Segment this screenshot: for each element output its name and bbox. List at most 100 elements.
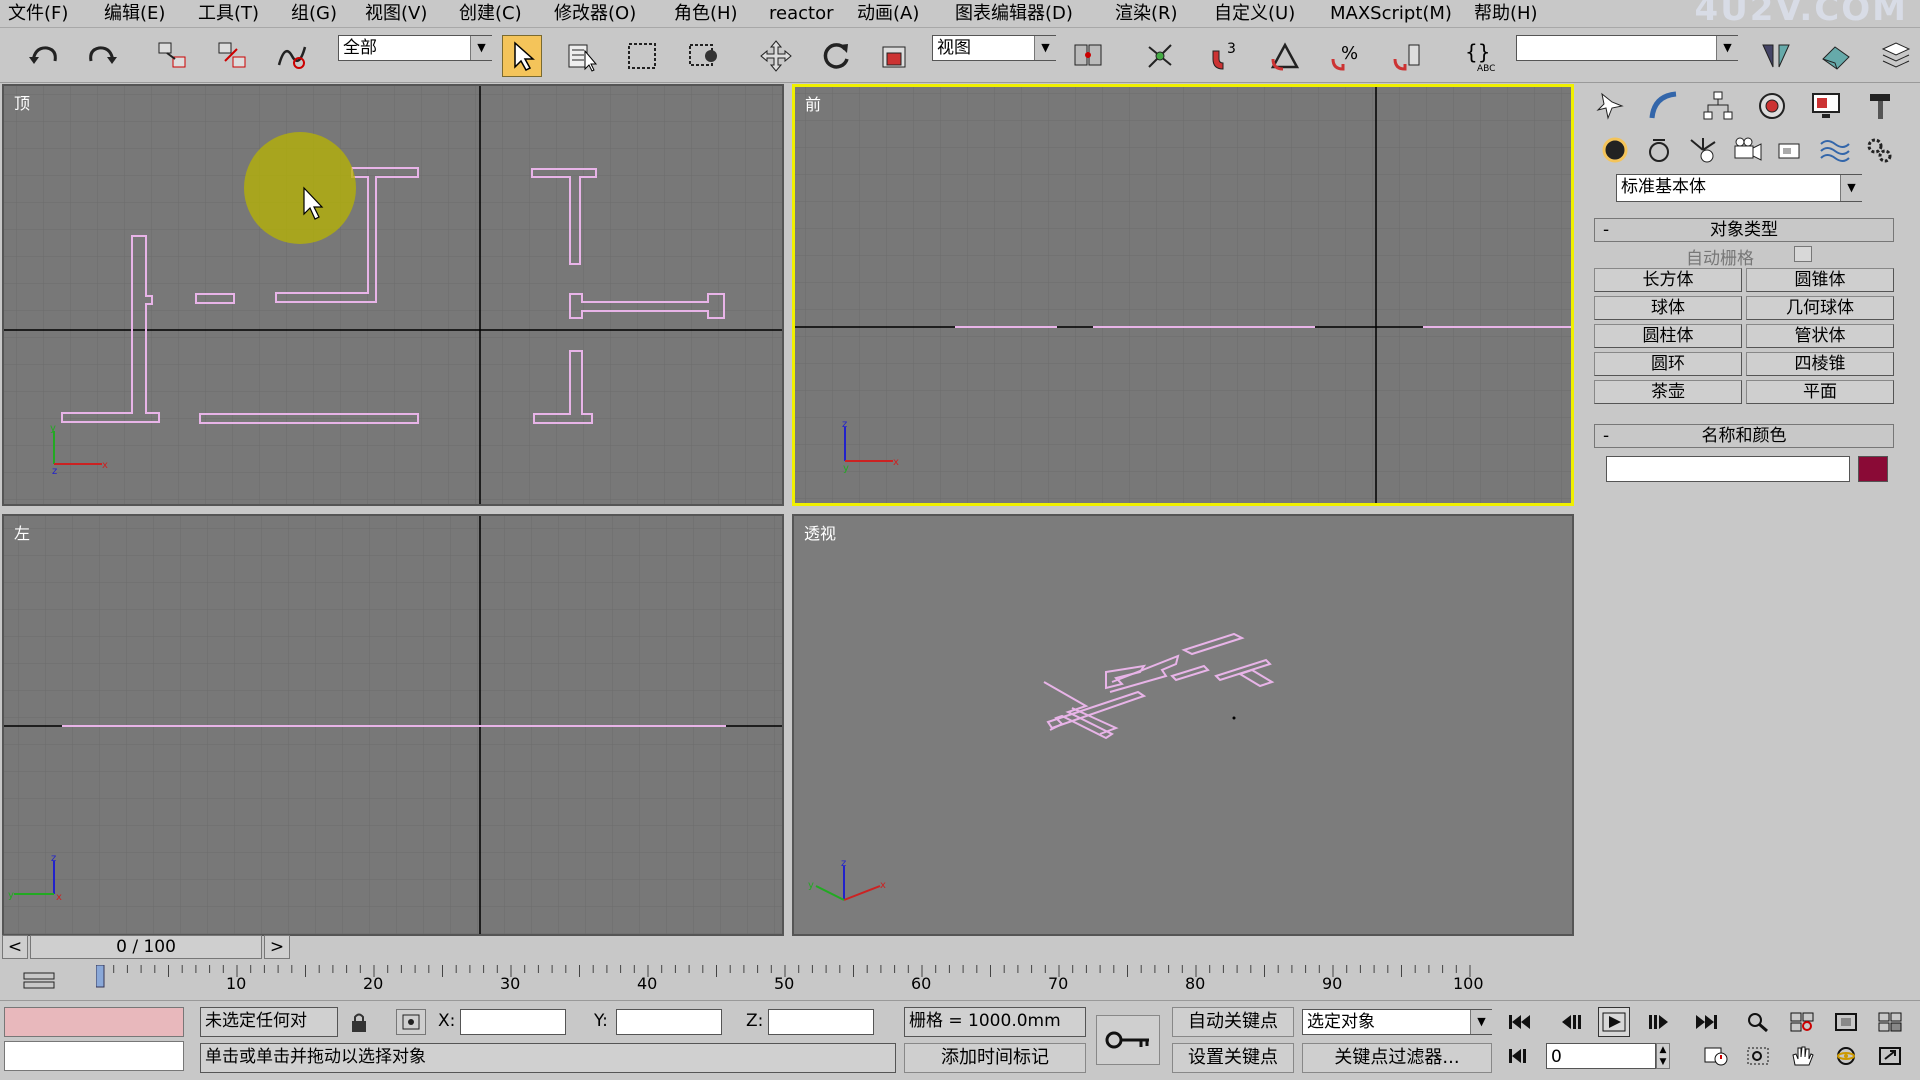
menu-help[interactable]: 帮助(H) xyxy=(1474,2,1538,26)
select-object-button[interactable] xyxy=(502,35,542,77)
menu-modifiers[interactable]: 修改器(O) xyxy=(554,2,636,26)
zoom-extents-button[interactable] xyxy=(1830,1007,1862,1037)
absolute-mode-toggle[interactable] xyxy=(396,1009,426,1035)
menu-rendering[interactable]: 渲染(R) xyxy=(1115,2,1178,26)
select-and-link-button[interactable] xyxy=(152,35,192,77)
viewport-label-top[interactable]: 顶 xyxy=(14,90,30,114)
go-to-start-button[interactable] xyxy=(1504,1007,1536,1037)
viewport-front[interactable]: z x y 前 xyxy=(792,84,1574,506)
current-frame-field[interactable]: 0 xyxy=(1546,1043,1656,1069)
cylinder-button[interactable]: 圆柱体 xyxy=(1594,324,1742,348)
x-coordinate-field[interactable] xyxy=(460,1009,566,1035)
display-tab[interactable] xyxy=(1804,88,1848,124)
viewport-top[interactable]: y x z 顶 xyxy=(2,84,784,506)
shapes-category[interactable] xyxy=(1642,132,1676,168)
track-bar[interactable]: 10 20 30 40 50 60 70 80 90 100 xyxy=(95,964,1574,995)
modify-tab[interactable] xyxy=(1642,88,1686,124)
auto-key-button[interactable]: 自动关键点 xyxy=(1172,1007,1294,1037)
z-coordinate-field[interactable] xyxy=(768,1009,874,1035)
object-name-field[interactable] xyxy=(1606,456,1850,482)
pan-button[interactable] xyxy=(1786,1041,1818,1071)
name-color-rollout-header[interactable]: - 名称和颜色 xyxy=(1594,424,1894,448)
time-slider-prev-button[interactable]: < xyxy=(2,935,28,959)
geometry-category[interactable] xyxy=(1598,132,1632,168)
mirror-button[interactable] xyxy=(1756,35,1796,77)
redo-button[interactable] xyxy=(82,35,122,77)
play-button[interactable] xyxy=(1598,1007,1630,1037)
helpers-category[interactable] xyxy=(1774,132,1808,168)
select-and-rotate-button[interactable] xyxy=(816,35,856,77)
edit-named-selection-button[interactable]: {} ABC xyxy=(1460,35,1500,77)
y-coordinate-field[interactable] xyxy=(616,1009,722,1035)
reference-coordinate-dropdown[interactable]: 视图 ▼ xyxy=(932,35,1056,61)
window-crossing-button[interactable] xyxy=(684,35,724,77)
sphere-button[interactable]: 球体 xyxy=(1594,296,1742,320)
autogrid-checkbox[interactable] xyxy=(1794,246,1812,262)
space-warps-category[interactable] xyxy=(1818,132,1852,168)
zoom-extents-all-button[interactable] xyxy=(1874,1007,1906,1037)
maxscript-listener-pink[interactable] xyxy=(4,1007,184,1037)
spinner-snap-button[interactable] xyxy=(1388,35,1428,77)
tube-button[interactable]: 管状体 xyxy=(1746,324,1894,348)
named-selection-dropdown[interactable]: ▼ xyxy=(1516,35,1738,61)
geosphere-button[interactable]: 几何球体 xyxy=(1746,296,1894,320)
viewport-left[interactable]: z y x 左 xyxy=(2,514,784,936)
menu-views[interactable]: 视图(V) xyxy=(365,2,427,26)
menu-maxscript[interactable]: MAXScript(M) xyxy=(1330,2,1452,26)
time-configuration-button[interactable] xyxy=(1700,1041,1732,1071)
menu-customize[interactable]: 自定义(U) xyxy=(1214,2,1295,26)
object-category-dropdown[interactable]: 标准基本体 ▼ xyxy=(1616,174,1862,202)
unlink-selection-button[interactable] xyxy=(212,35,252,77)
zoom-button[interactable] xyxy=(1742,1007,1774,1037)
key-mode-toggle[interactable] xyxy=(1504,1041,1536,1071)
torus-button[interactable]: 圆环 xyxy=(1594,352,1742,376)
set-key-button[interactable] xyxy=(1096,1015,1160,1065)
frame-spinner[interactable]: ▲ ▼ xyxy=(1656,1043,1670,1069)
next-frame-button[interactable] xyxy=(1642,1007,1674,1037)
cameras-category[interactable] xyxy=(1730,132,1764,168)
menu-reactor[interactable]: reactor xyxy=(769,2,833,26)
rectangular-selection-button[interactable] xyxy=(622,35,662,77)
layer-manager-button[interactable] xyxy=(1876,35,1916,77)
zoom-all-button[interactable] xyxy=(1786,1007,1818,1037)
previous-frame-button[interactable] xyxy=(1556,1007,1588,1037)
align-button[interactable] xyxy=(1816,35,1856,77)
selection-filter-dropdown[interactable]: 全部 ▼ xyxy=(338,35,492,61)
menu-character[interactable]: 角色(H) xyxy=(674,2,738,26)
menu-edit[interactable]: 编辑(E) xyxy=(104,2,165,26)
viewport-label-left[interactable]: 左 xyxy=(14,520,30,544)
select-and-manipulate-button[interactable] xyxy=(1140,35,1180,77)
pyramid-button[interactable]: 四棱锥 xyxy=(1746,352,1894,376)
selection-lock-toggle[interactable] xyxy=(346,1011,372,1035)
key-mode-dropdown[interactable]: 选定对象 ▼ xyxy=(1302,1009,1492,1035)
pivot-center-button[interactable] xyxy=(1068,35,1108,77)
angle-snap-button[interactable] xyxy=(1266,35,1306,77)
select-by-name-button[interactable] xyxy=(562,35,602,77)
lights-category[interactable] xyxy=(1686,132,1720,168)
motion-tab[interactable] xyxy=(1750,88,1794,124)
set-key-mode-button[interactable]: 设置关键点 xyxy=(1172,1043,1294,1073)
select-and-scale-button[interactable] xyxy=(876,35,916,77)
key-filters-button[interactable]: 关键点过滤器... xyxy=(1302,1043,1492,1073)
menu-tools[interactable]: 工具(T) xyxy=(198,2,259,26)
time-slider-handle[interactable]: 0 / 100 xyxy=(30,935,262,959)
object-color-swatch[interactable] xyxy=(1858,456,1888,482)
menu-animation[interactable]: 动画(A) xyxy=(857,2,919,26)
menu-create[interactable]: 创建(C) xyxy=(459,2,522,26)
systems-category[interactable] xyxy=(1862,132,1896,168)
field-of-view-button[interactable] xyxy=(1742,1041,1774,1071)
menu-file[interactable]: 文件(F) xyxy=(8,2,68,26)
viewport-label-front[interactable]: 前 xyxy=(805,91,821,115)
percent-snap-button[interactable]: % xyxy=(1326,35,1366,77)
utilities-tab[interactable] xyxy=(1858,88,1902,124)
go-to-end-button[interactable] xyxy=(1690,1007,1722,1037)
add-time-tag-button[interactable]: 添加时间标记 xyxy=(904,1043,1086,1073)
cone-button[interactable]: 圆锥体 xyxy=(1746,268,1894,292)
viewport-perspective[interactable]: z x y 透视 xyxy=(792,514,1574,936)
bind-to-space-warp-button[interactable] xyxy=(272,35,312,77)
hierarchy-tab[interactable] xyxy=(1696,88,1740,124)
plane-button[interactable]: 平面 xyxy=(1746,380,1894,404)
box-button[interactable]: 长方体 xyxy=(1594,268,1742,292)
viewport-label-perspective[interactable]: 透视 xyxy=(804,520,836,544)
track-bar-toggle[interactable] xyxy=(20,969,60,993)
